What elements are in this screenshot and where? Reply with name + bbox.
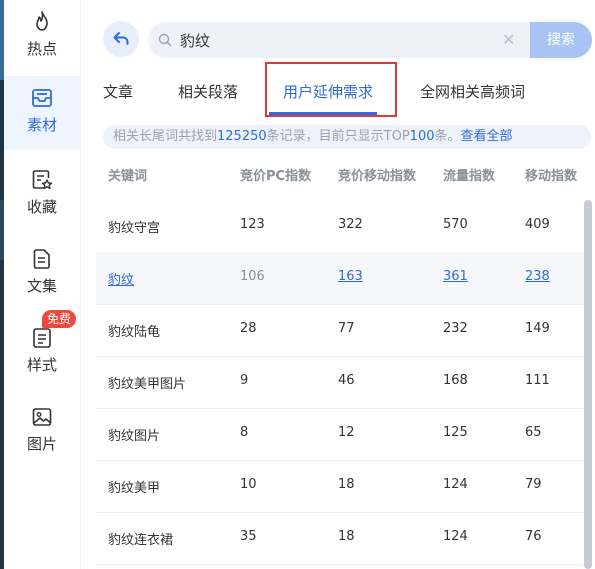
sidebar-item-label: 样式 [26, 356, 57, 374]
sidebar-item-label: 文集 [26, 277, 57, 295]
sidebar-item-anthology[interactable]: 文集 [4, 237, 80, 311]
sidebar-item-label: 素材 [26, 116, 57, 134]
clear-icon[interactable]: ✕ [502, 30, 515, 49]
tab-high-frequency-words[interactable]: 全网相关高频词 [420, 81, 525, 102]
document-icon [33, 249, 50, 269]
keyword-cell: 豹纹美甲图片 [108, 377, 187, 392]
table-row[interactable]: 豹纹 106 163 361 238 [96, 252, 584, 305]
back-button[interactable] [103, 21, 139, 57]
tab-related-paragraphs[interactable]: 相关段落 [178, 81, 238, 102]
sidebar-item-image[interactable]: 图片 [4, 395, 80, 469]
sidebar-item-label: 图片 [26, 435, 57, 453]
keyword-link[interactable]: 豹纹 [108, 269, 134, 288]
style-icon [33, 328, 51, 348]
traffic-index-cell: 125 [443, 425, 468, 440]
mobile-index-cell: 149 [525, 321, 550, 336]
mobile-index-cell: 409 [525, 217, 550, 232]
traffic-index-cell: 232 [443, 321, 468, 336]
keyword-cell: 豹纹图片 [108, 429, 161, 444]
keyword-cell: 豹纹守宫 [108, 221, 161, 236]
mobile-bid-index-cell: 46 [338, 373, 355, 388]
highlight-box [265, 62, 397, 117]
pc-index-cell: 10 [240, 477, 257, 492]
info-total: 125250 [217, 129, 267, 144]
flame-icon [36, 11, 48, 31]
info-middle: 条记录，目前只显示TOP [266, 129, 410, 144]
mobile-index-cell: 111 [525, 373, 550, 388]
inbox-icon [32, 89, 52, 107]
free-badge: 免费 [42, 310, 77, 328]
mobile-bid-index-cell: 322 [338, 217, 363, 232]
traffic-index-cell: 168 [443, 373, 468, 388]
search-box: 豹纹 ✕ [148, 22, 532, 58]
traffic-index-cell: 124 [443, 477, 468, 492]
view-all-link[interactable]: 查看全部 [461, 129, 513, 144]
column-header: 竞价PC指数 [240, 169, 312, 184]
sidebar-item-collect[interactable]: 收藏 [4, 158, 80, 232]
mobile-index-cell: 76 [525, 529, 542, 544]
search-button[interactable]: 搜索 [530, 22, 592, 58]
search-input[interactable]: 豹纹 [180, 30, 210, 51]
pc-index-cell: 123 [240, 217, 265, 232]
traffic-index-cell: 570 [443, 217, 468, 232]
collect-icon [32, 170, 53, 190]
pc-index-cell: 28 [240, 321, 257, 336]
mobile-bid-index-cell: 12 [338, 425, 355, 440]
column-header: 流量指数 [443, 169, 496, 184]
mobile-index-link[interactable]: 238 [525, 269, 550, 284]
keyword-cell: 豹纹连衣裙 [108, 533, 174, 548]
pc-index-cell: 9 [240, 373, 249, 388]
tab-articles[interactable]: 文章 [103, 81, 133, 102]
search-icon [158, 33, 172, 47]
column-header: 移动指数 [525, 169, 578, 184]
table-row[interactable]: 豹纹美甲 10 18 124 79 [96, 460, 584, 513]
traffic-index-link[interactable]: 361 [443, 269, 468, 284]
info-prefix: 相关长尾词共找到 [113, 129, 218, 144]
sidebar-item-style[interactable]: 免费 样式 [4, 310, 80, 390]
column-header: 竞价移动指数 [338, 169, 417, 184]
mobile-bid-index-cell: 18 [338, 477, 355, 492]
sidebar-item-label: 收藏 [26, 198, 57, 216]
pc-index-cell: 106 [240, 269, 265, 284]
image-icon [32, 408, 52, 426]
scrollbar[interactable] [584, 200, 592, 569]
column-header: 关键词 [108, 169, 148, 184]
mobile-bid-index-cell: 77 [338, 321, 355, 336]
table-row[interactable]: 豹纹图片 8 12 125 65 [96, 408, 584, 461]
table-row[interactable]: 豹纹美甲图片 9 46 168 111 [96, 356, 584, 409]
table-row[interactable]: 豹纹守宫 123 322 570 409 [96, 200, 584, 253]
result-info-bar: 相关长尾词共找到125250条记录，目前只显示TOP100条。查看全部 [103, 125, 591, 149]
pc-index-cell: 8 [240, 425, 249, 440]
sidebar: 热点 素材 收藏 文集 免费 样式 图片 [4, 0, 81, 569]
sidebar-item-hot[interactable]: 热点 [4, 0, 80, 74]
mobile-index-cell: 65 [525, 425, 542, 440]
back-arrow-icon [113, 32, 129, 45]
table-row[interactable]: 豹纹陆龟 28 77 232 149 [96, 304, 584, 357]
info-shown: 100 [409, 129, 435, 144]
info-suffix: 条。 [434, 129, 461, 144]
keyword-cell: 豹纹美甲 [108, 481, 161, 496]
table-row[interactable]: 豹纹连衣裙 35 18 124 76 [96, 512, 584, 565]
pc-index-cell: 35 [240, 529, 257, 544]
sidebar-item-material[interactable]: 素材 [4, 76, 80, 150]
sidebar-item-label: 热点 [26, 40, 57, 58]
mobile-index-cell: 79 [525, 477, 542, 492]
keyword-cell: 豹纹陆龟 [108, 325, 161, 340]
table-header: 关键词 竞价PC指数 竞价移动指数 流量指数 移动指数 [96, 158, 584, 194]
traffic-index-cell: 124 [443, 529, 468, 544]
mobile-bid-index-cell: 18 [338, 529, 355, 544]
mobile-bid-index-link[interactable]: 163 [338, 269, 363, 284]
